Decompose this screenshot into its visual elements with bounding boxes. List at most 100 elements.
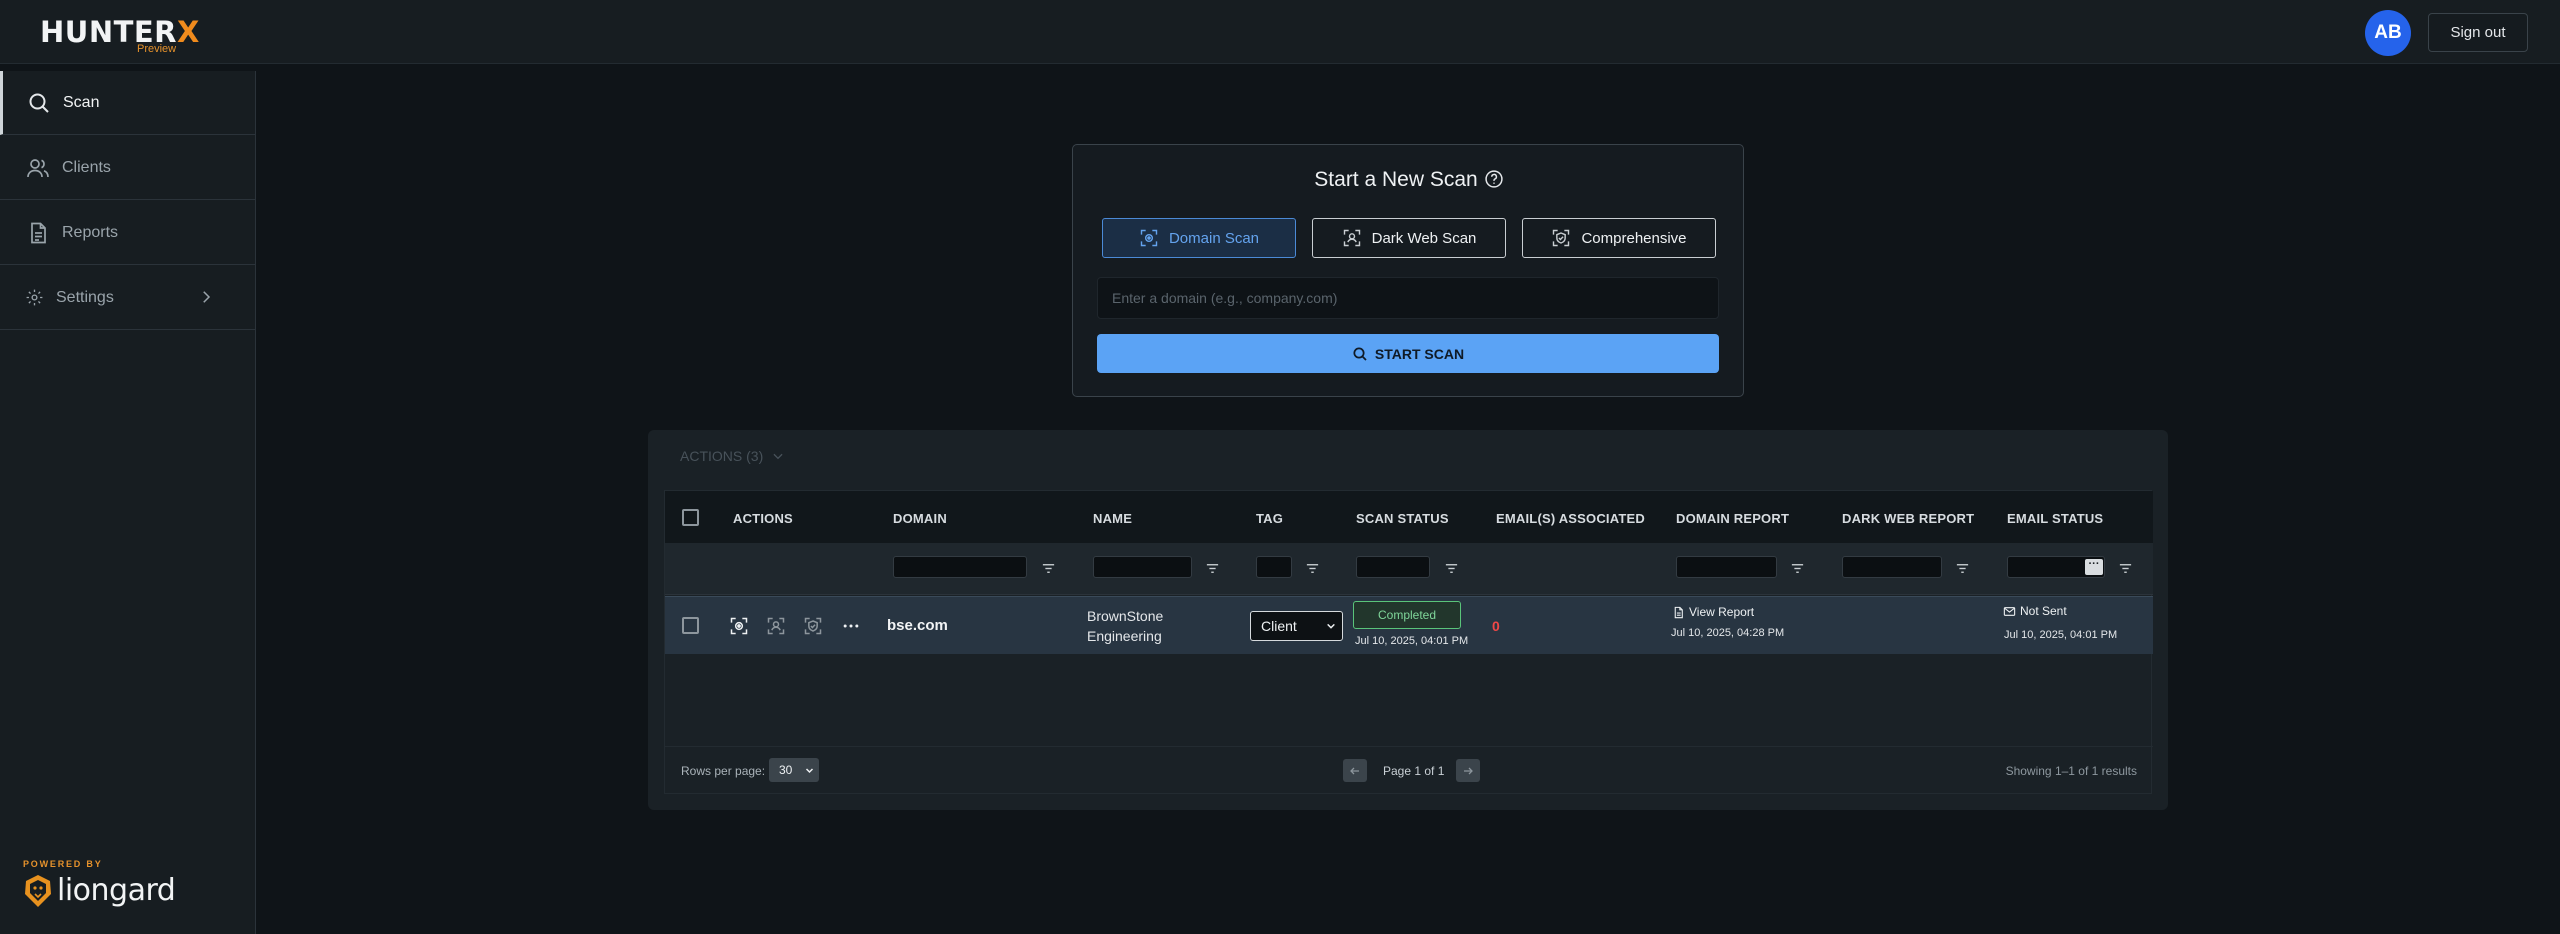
email-status-filter-input[interactable]: ··· (2007, 556, 2105, 578)
shield-scan-icon[interactable] (803, 616, 823, 636)
liongard-logo: liongard (23, 873, 176, 908)
chevron-down-icon (805, 768, 814, 774)
shield-scan-icon (1553, 229, 1570, 247)
bulk-actions-menu[interactable]: ACTIONS (3) (680, 448, 785, 464)
sidebar: Scan Clients Reports Settings POWERED BY… (0, 71, 256, 934)
domain-scan-label: Domain Scan (1168, 229, 1260, 247)
start-scan-label: START SCAN (1374, 345, 1465, 362)
document-icon (1674, 606, 1683, 618)
bulk-actions-label: ACTIONS (3) (680, 448, 764, 464)
previous-page-button[interactable] (1343, 759, 1367, 782)
email-status-label: Not Sent (2020, 604, 2067, 618)
user-avatar[interactable]: AB (2365, 10, 2411, 56)
sidebar-item-label: Scan (63, 93, 100, 111)
column-header-scan-status[interactable]: SCAN STATUS (1356, 511, 1449, 526)
column-header-email-status[interactable]: EMAIL STATUS (2007, 511, 2103, 526)
filter-icon[interactable] (1955, 561, 1970, 576)
table-row[interactable]: bse.com BrownStone Engineering Client Co… (665, 596, 2153, 654)
email-status-date: Jul 10, 2025, 04:01 PM (2004, 629, 2118, 641)
row-checkbox[interactable] (682, 617, 699, 634)
row-domain[interactable]: bse.com (887, 617, 948, 634)
arrow-right-icon (1464, 767, 1473, 774)
sidebar-item-clients[interactable]: Clients (0, 136, 255, 200)
column-header-dark-web-report[interactable]: DARK WEB REPORT (1842, 511, 1974, 526)
dark-web-scan-button[interactable]: Dark Web Scan (1312, 218, 1506, 258)
mail-icon (2003, 606, 2016, 616)
chevron-down-icon (773, 453, 783, 460)
dark-web-scan-icon[interactable] (766, 616, 786, 636)
view-report-label: View Report (1689, 605, 1755, 619)
sidebar-item-reports[interactable]: Reports (0, 201, 255, 265)
scan-status-date: Jul 10, 2025, 04:01 PM (1355, 635, 1469, 647)
filter-icon[interactable] (1444, 561, 1459, 576)
next-page-button[interactable] (1456, 759, 1480, 782)
rows-per-page-label: Rows per page: (681, 764, 766, 778)
domain-report-filter-input[interactable] (1676, 556, 1777, 578)
more-horizontal-icon[interactable] (841, 616, 861, 636)
rows-per-page-select[interactable]: 30 (769, 758, 819, 782)
logo-x-text: X (177, 15, 200, 49)
chevron-right-icon (203, 291, 211, 303)
gear-icon (26, 289, 43, 306)
chevron-down-icon (1327, 623, 1335, 629)
row-name-line1: BrownStone (1087, 608, 1164, 624)
logo-preview-label: Preview (137, 43, 177, 55)
page-indicator: Page 1 of 1 (1383, 764, 1445, 778)
view-report-link[interactable]: View Report (1672, 605, 1754, 619)
domain-scan-icon (1140, 229, 1158, 247)
domain-filter-input[interactable] (893, 556, 1027, 578)
lion-icon (25, 875, 51, 907)
filter-icon[interactable] (1205, 561, 1220, 576)
filter-icon[interactable] (1041, 561, 1056, 576)
results-count: Showing 1–1 of 1 results (2005, 764, 2137, 778)
more-options-icon[interactable]: ··· (2085, 559, 2103, 575)
column-header-actions: ACTIONS (733, 511, 793, 526)
tag-filter-input[interactable] (1256, 556, 1292, 578)
domain-input[interactable] (1097, 277, 1719, 319)
column-header-name[interactable]: NAME (1093, 511, 1132, 526)
users-icon (27, 158, 49, 177)
scan-title-text: Start a New Scan (1314, 168, 1478, 191)
tag-select[interactable]: Client (1250, 611, 1343, 641)
table-pagination: Rows per page: 30 Page 1 of 1 Showing 1–… (665, 746, 2153, 794)
scan-card-title: Start a New Scan (1073, 168, 1745, 192)
filter-icon[interactable] (1790, 561, 1805, 576)
column-header-tag[interactable]: TAG (1256, 511, 1283, 526)
dark-web-report-filter-input[interactable] (1842, 556, 1942, 578)
help-icon[interactable] (1484, 169, 1504, 189)
row-name-line2: Engineering (1087, 628, 1162, 644)
sidebar-item-label: Reports (62, 223, 119, 241)
tag-select-value: Client (1261, 618, 1297, 634)
email-status-value: Not Sent (2003, 604, 2067, 618)
sidebar-item-scan[interactable]: Scan (0, 71, 255, 135)
sidebar-item-settings[interactable]: Settings (0, 266, 255, 330)
liongard-wordmark: liongard (57, 873, 176, 908)
domain-scan-icon[interactable] (729, 616, 749, 636)
scan-status-filter-input[interactable] (1356, 556, 1430, 578)
column-header-domain-report[interactable]: DOMAIN REPORT (1676, 511, 1789, 526)
document-icon (31, 222, 46, 243)
select-all-checkbox[interactable] (682, 509, 699, 526)
emails-associated-count[interactable]: 0 (1492, 618, 1500, 634)
search-icon (1353, 346, 1367, 361)
filter-icon[interactable] (2118, 561, 2133, 576)
row-client-name: BrownStone Engineering (1087, 606, 1163, 646)
scan-results-panel: ACTIONS (3) ACTIONS DOMAIN NAME TAG SCAN… (648, 430, 2168, 810)
name-filter-input[interactable] (1093, 556, 1192, 578)
hunterx-logo[interactable]: HUNTERX Preview (40, 15, 200, 55)
filter-icon[interactable] (1305, 561, 1320, 576)
dark-web-scan-label: Dark Web Scan (1371, 229, 1477, 247)
new-scan-card: Start a New Scan Domain Scan Dark Web Sc… (1072, 144, 1744, 397)
comprehensive-scan-button[interactable]: Comprehensive (1522, 218, 1716, 258)
column-header-domain[interactable]: DOMAIN (893, 511, 947, 526)
domain-scan-button[interactable]: Domain Scan (1102, 218, 1296, 258)
scan-status-badge: Completed (1353, 601, 1461, 629)
sidebar-item-label: Settings (56, 288, 114, 306)
column-header-emails-associated[interactable]: EMAIL(S) ASSOCIATED (1496, 511, 1645, 526)
sign-out-button[interactable]: Sign out (2428, 13, 2528, 52)
start-scan-button[interactable]: START SCAN (1097, 334, 1719, 373)
sidebar-item-label: Clients (62, 158, 111, 176)
filter-row: ··· (665, 543, 2153, 595)
arrow-left-icon (1350, 767, 1359, 774)
dark-web-scan-icon (1343, 229, 1360, 247)
